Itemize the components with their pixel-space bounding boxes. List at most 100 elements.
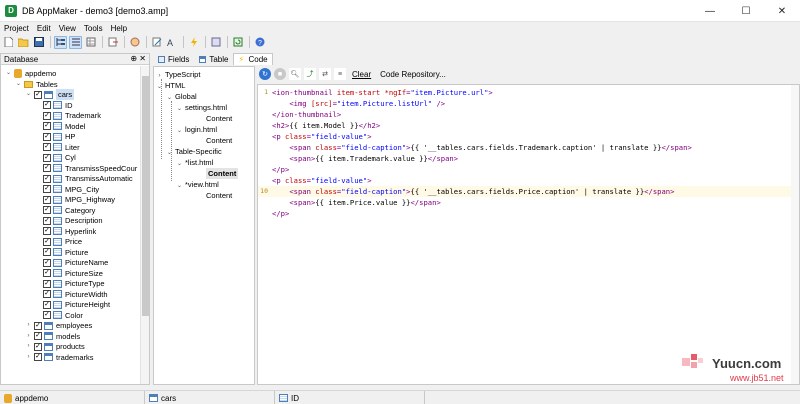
field-checkbox[interactable]: ✓	[43, 122, 51, 130]
node-login-html[interactable]: ⌄ login.html	[176, 124, 217, 135]
tree-field-item[interactable]: ✓ TransmissSpeedCour	[43, 163, 137, 174]
field-checkbox[interactable]: ✓	[43, 143, 51, 151]
tree-field-item[interactable]: ✓ HP	[43, 131, 75, 142]
tree-field-item[interactable]: ✓ Model	[43, 121, 85, 132]
field-checkbox[interactable]: ✓	[43, 195, 51, 204]
node-content-selected[interactable]: Content	[206, 168, 239, 179]
node-content[interactable]: Content	[206, 113, 232, 124]
tab-fields[interactable]: Fields	[153, 53, 194, 65]
panel-pin-close-icon[interactable]: ⊕ ✕	[130, 54, 146, 63]
tree-tables-folder[interactable]: ⌄ Tables	[15, 79, 58, 90]
expand-icon[interactable]: ›	[25, 333, 32, 340]
stop-icon[interactable]: ■	[274, 68, 286, 80]
tree-field-item[interactable]: ✓ ID	[43, 100, 73, 111]
tree-field-item[interactable]: ✓ Color	[43, 310, 83, 321]
save-icon[interactable]	[32, 36, 45, 49]
field-checkbox[interactable]: ✓	[43, 269, 51, 277]
menu-project[interactable]: Project	[0, 24, 33, 33]
node-settings-html[interactable]: ⌄ settings.html	[176, 102, 227, 113]
field-checkbox[interactable]: ✓	[43, 258, 51, 267]
replace-icon[interactable]: ⇄	[319, 68, 331, 80]
code-line[interactable]: 10 <span class="field-caption">{{ '__tab…	[258, 186, 799, 197]
format-icon[interactable]: ≡	[334, 68, 346, 80]
text-style-icon[interactable]: A	[165, 36, 178, 49]
field-checkbox[interactable]: ✓	[43, 279, 51, 288]
field-checkbox[interactable]: ✓	[43, 111, 51, 120]
code-line[interactable]: </p>	[258, 164, 799, 175]
menu-view[interactable]: View	[55, 24, 80, 33]
tab-table[interactable]: Table	[194, 53, 233, 65]
menu-edit[interactable]: Edit	[33, 24, 55, 33]
tree-field-item[interactable]: ✓ PictureType	[43, 278, 105, 289]
tree-table-item[interactable]: › ✓ employees	[25, 320, 93, 331]
node-view-html[interactable]: ⌄ *view.html	[176, 179, 219, 190]
collapse-icon[interactable]: ⌄	[5, 70, 12, 77]
field-checkbox[interactable]: ✓	[43, 101, 51, 109]
code-line[interactable]: <p class="field-value">	[258, 131, 799, 142]
clear-button[interactable]: Clear	[349, 70, 374, 79]
field-checkbox[interactable]: ✓	[43, 300, 51, 309]
search-icon[interactable]: 🔍︎	[289, 68, 301, 80]
field-checkbox[interactable]: ✓	[43, 311, 51, 319]
code-line[interactable]: <img [src]="item.Picture.listUrl" />	[258, 98, 799, 109]
minimize-button[interactable]: —	[692, 0, 728, 22]
tree-view-icon[interactable]	[54, 35, 67, 49]
node-content[interactable]: Content	[206, 190, 232, 201]
reload-icon[interactable]: ↻	[259, 68, 271, 80]
find-next-icon[interactable]: ⤴	[304, 68, 316, 80]
lightning-icon[interactable]	[187, 36, 200, 49]
help-icon[interactable]: ?	[253, 36, 266, 49]
scrollbar-thumb[interactable]	[142, 76, 149, 316]
code-line[interactable]: <p class="field-value">	[258, 175, 799, 186]
field-checkbox[interactable]: ✓	[43, 237, 51, 246]
list-view-icon[interactable]	[69, 35, 82, 49]
tree-field-item[interactable]: ✓ PictureWidth	[43, 289, 108, 300]
table-checkbox[interactable]: ✓	[34, 342, 42, 351]
tab-code[interactable]: ⚡ Code	[233, 53, 273, 65]
code-line[interactable]: </ion-thumbnail>	[258, 109, 799, 120]
tree-field-item[interactable]: ✓ Price	[43, 236, 82, 247]
node-global[interactable]: ⌄ Global	[166, 91, 197, 102]
table-checkbox[interactable]: ✓	[34, 353, 42, 361]
tree-field-item[interactable]: ✓ Liter	[43, 142, 80, 153]
code-line[interactable]: <h2>{{ item.Model }}</h2>	[258, 120, 799, 131]
tree-table-item[interactable]: › ✓ models	[25, 331, 81, 342]
export-icon[interactable]	[106, 36, 119, 49]
code-line[interactable]: <span>{{ item.Trademark.value }}</span>	[258, 153, 799, 164]
expand-icon[interactable]: ›	[25, 343, 32, 350]
grid-icon[interactable]	[84, 36, 97, 49]
field-checkbox[interactable]: ✓	[43, 185, 51, 193]
field-checkbox[interactable]: ✓	[43, 248, 51, 256]
tree-table-selected[interactable]: ⌄ ✓ cars	[25, 89, 75, 100]
tree-field-item[interactable]: ✓ PictureName	[43, 257, 108, 268]
collapse-icon[interactable]: ⌄	[15, 81, 22, 88]
field-checkbox[interactable]: ✓	[43, 227, 51, 235]
node-typescript[interactable]: › TypeScript	[156, 69, 201, 80]
tree-field-item[interactable]: ✓ PictureSize	[43, 268, 103, 279]
expand-icon[interactable]: ›	[25, 354, 32, 361]
refresh-icon[interactable]	[231, 36, 244, 49]
table-checkbox[interactable]: ✓	[34, 90, 42, 99]
tree-field-item[interactable]: ✓ Hyperlink	[43, 226, 96, 237]
tree-field-item[interactable]: ✓ Cyl	[43, 152, 76, 163]
tree-field-item[interactable]: ✓ Category	[43, 205, 95, 216]
new-project-icon[interactable]	[2, 36, 15, 49]
tree-root[interactable]: ⌄ appdemo	[5, 68, 56, 79]
field-checkbox[interactable]: ✓	[43, 153, 51, 162]
field-checkbox[interactable]: ✓	[43, 206, 51, 214]
tree-field-item[interactable]: ✓ Description	[43, 215, 103, 226]
code-line[interactable]: 1 <ion-thumbnail item-start *ngIf="item.P…	[258, 87, 799, 98]
field-checkbox[interactable]: ✓	[43, 132, 51, 141]
table-checkbox[interactable]: ✓	[34, 321, 42, 330]
tree-field-item[interactable]: ✓ MPG_City	[43, 184, 99, 195]
menu-tools[interactable]: Tools	[80, 24, 107, 33]
tree-table-item[interactable]: › ✓ products	[25, 341, 85, 352]
node-html[interactable]: ⌄ HTML	[156, 80, 185, 91]
field-checkbox[interactable]: ✓	[43, 216, 51, 225]
code-editor[interactable]: 1 <ion-thumbnail item-start *ngIf="item.P…	[257, 84, 800, 385]
code-line[interactable]: <span>{{ item.Price.value }}</span>	[258, 197, 799, 208]
menu-help[interactable]: Help	[107, 24, 131, 33]
hand-icon[interactable]	[128, 36, 141, 49]
node-table-specific[interactable]: ⌄ Table-Specific	[166, 146, 222, 157]
editor-scrollbar[interactable]	[791, 85, 799, 384]
